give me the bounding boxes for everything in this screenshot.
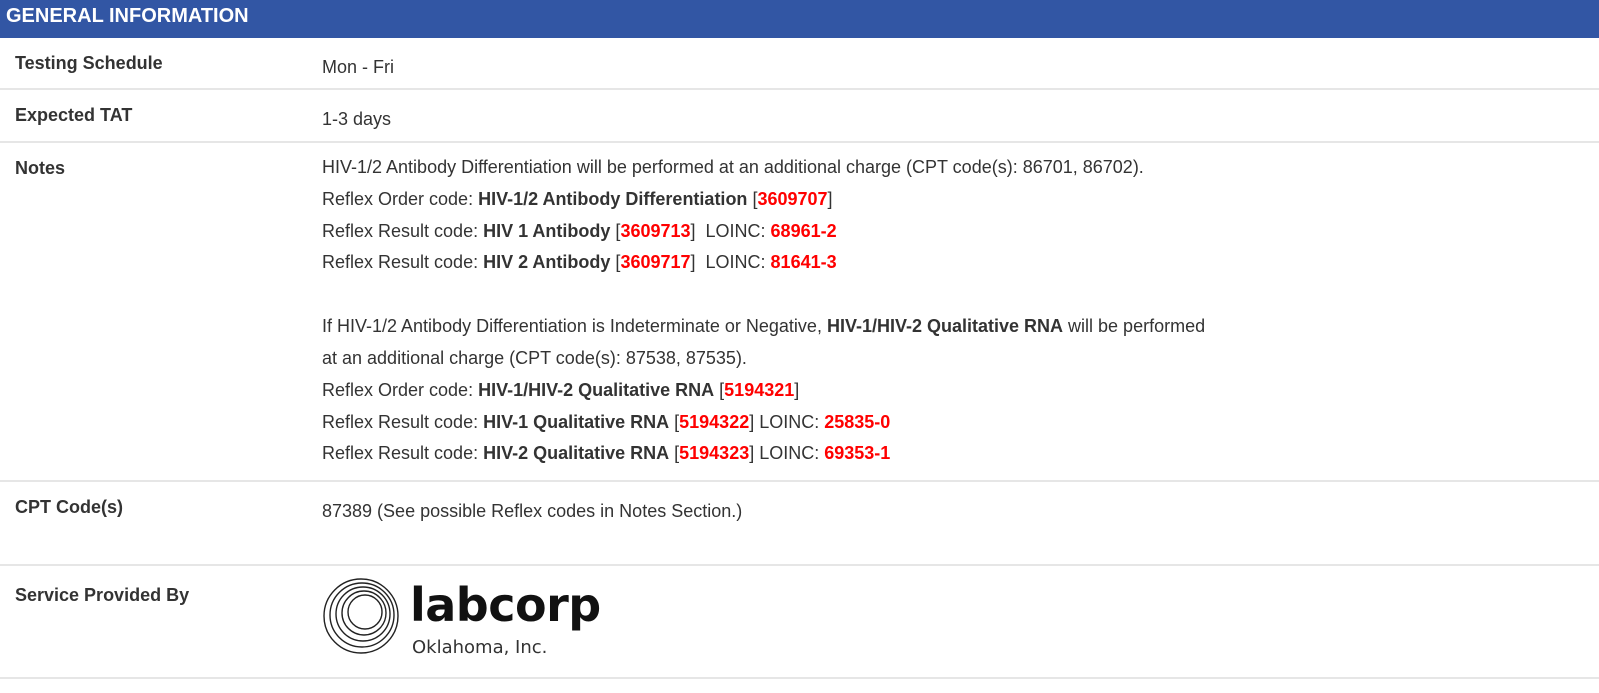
expected-tat-label: Expected TAT — [15, 105, 133, 125]
reflex-result-line-2: Reflex Result code: HIV 2 Antibody [3609… — [322, 252, 837, 273]
section-title: GENERAL INFORMATION — [6, 5, 249, 27]
row-expected-tat: Expected TAT 1-3 days — [0, 90, 1599, 143]
section-header: GENERAL INFORMATION — [0, 0, 1599, 38]
row-cpt-codes: CPT Code(s) 87389 (See possible Reflex c… — [0, 482, 1599, 566]
expected-tat-value: 1-3 days — [322, 109, 392, 129]
notes-content: HIV-1/2 Antibody Differentiation will be… — [322, 143, 1599, 480]
notes-paragraph-2-cont: at an additional charge (CPT code(s): 87… — [322, 347, 747, 368]
labcorp-wordmark: labcorp — [410, 578, 601, 632]
row-service-provided-by: Service Provided By labcorp Oklahoma, In… — [0, 566, 1599, 679]
labcorp-subtitle: Oklahoma, Inc. — [412, 637, 548, 658]
labcorp-logo: labcorp Oklahoma, Inc. — [322, 566, 1599, 660]
row-testing-schedule: Testing Schedule Mon - Fri — [0, 38, 1599, 90]
reflex-order-line-2: Reflex Order code: HIV-1/HIV-2 Qualitati… — [322, 379, 800, 400]
notes-paragraph-2: If HIV-1/2 Antibody Differentiation is I… — [322, 316, 1206, 337]
cpt-codes-value: 87389 (See possible Reflex codes in Note… — [322, 501, 743, 521]
reflex-result-line-3: Reflex Result code: HIV-1 Qualitative RN… — [322, 411, 891, 432]
reflex-result-line-1: Reflex Result code: HIV 1 Antibody [3609… — [322, 220, 837, 241]
testing-schedule-label: Testing Schedule — [15, 53, 163, 73]
labcorp-rings-icon — [323, 578, 399, 654]
reflex-order-line-1: Reflex Order code: HIV-1/2 Antibody Diff… — [322, 188, 833, 209]
reflex-result-line-4: Reflex Result code: HIV-2 Qualitative RN… — [322, 443, 891, 464]
service-provided-by-label: Service Provided By — [15, 585, 190, 605]
notes-paragraph-1: HIV-1/2 Antibody Differentiation will be… — [322, 157, 1144, 177]
testing-schedule-value: Mon - Fri — [322, 57, 394, 77]
cpt-codes-label: CPT Code(s) — [15, 497, 123, 517]
notes-label: Notes — [15, 158, 66, 178]
row-notes: Notes HIV-1/2 Antibody Differentiation w… — [0, 143, 1599, 482]
